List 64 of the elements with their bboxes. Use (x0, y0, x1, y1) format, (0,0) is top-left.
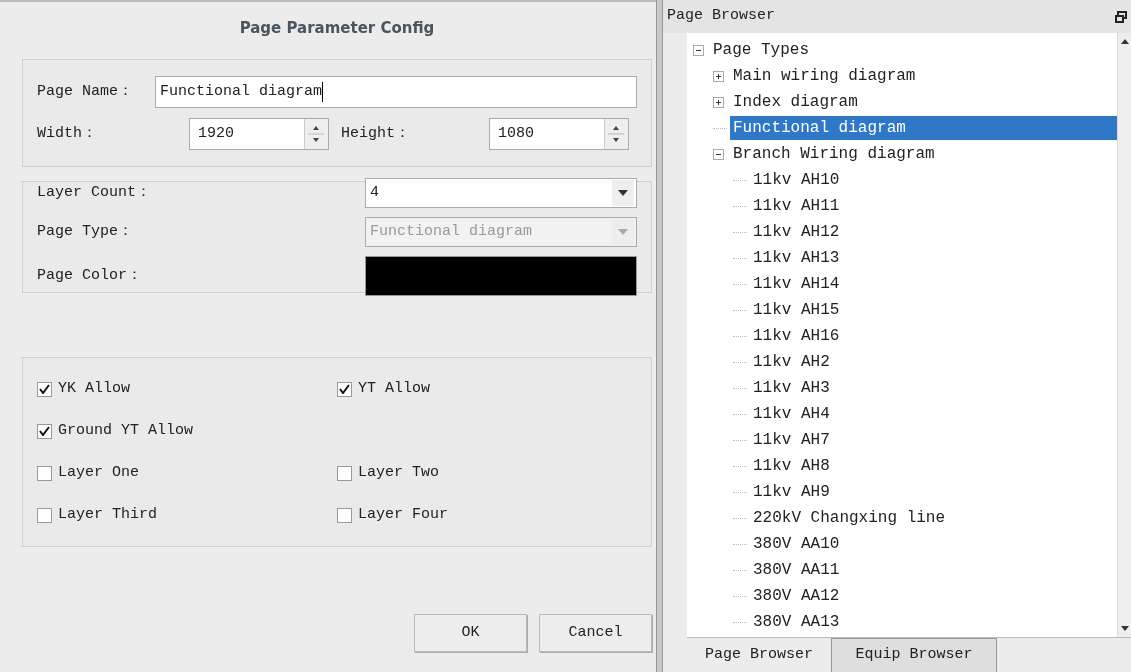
tree-item[interactable]: 11kv AH11 (750, 194, 843, 218)
dropdown: Functional diagram (365, 217, 637, 247)
checkbox-label: Layer Third (58, 504, 158, 525)
scrollbar[interactable] (1117, 33, 1131, 637)
scroll-up-icon[interactable] (1120, 39, 1129, 44)
tree-item[interactable]: 220kV Changxing line (750, 506, 949, 530)
panel-tab[interactable]: Equip Browser (832, 638, 997, 672)
tree-item[interactable]: 11kv AH3 (750, 376, 833, 400)
color-swatch[interactable] (365, 256, 637, 296)
tree-item[interactable]: 380V AA10 (750, 532, 843, 556)
checkbox[interactable] (337, 381, 352, 397)
field-label: Width： (37, 123, 98, 144)
tree-item[interactable]: 380V AA12 (750, 584, 843, 608)
checkbox[interactable] (337, 507, 352, 523)
spin-box[interactable]: 1920 (189, 118, 329, 150)
tree-item[interactable]: 11kv AH9 (750, 480, 833, 504)
spin-arrows-icon[interactable] (604, 119, 628, 149)
tree-item[interactable]: 11kv AH2 (750, 350, 833, 374)
checkbox[interactable] (337, 465, 352, 481)
checkbox[interactable] (37, 465, 52, 481)
field-label: Page Type： (37, 221, 134, 242)
expand-toggle-icon[interactable] (693, 44, 704, 56)
page-name-field[interactable]: Functional diagram (155, 76, 637, 108)
spin-arrows-icon[interactable] (304, 119, 328, 149)
tree-item[interactable]: 11kv AH8 (750, 454, 833, 478)
tree-item[interactable]: Index diagram (730, 90, 861, 114)
tree-item[interactable]: Branch Wiring diagram (730, 142, 938, 166)
checkbox[interactable] (37, 507, 52, 523)
field-label: Page Name： (37, 81, 134, 102)
checkbox-label: YK Allow (58, 378, 130, 399)
panel-title: Page Browser (667, 6, 776, 27)
expand-toggle-icon[interactable] (713, 148, 724, 160)
tree-item[interactable]: Page Types (710, 38, 812, 62)
tree-item[interactable]: 380V AA11 (750, 558, 843, 582)
tree-item[interactable]: Functional diagram (730, 116, 1117, 140)
tree-item[interactable]: 11kv AH15 (750, 298, 843, 322)
tree-item[interactable]: 11kv AH13 (750, 246, 843, 270)
tree-item[interactable]: 11kv AH4 (750, 402, 833, 426)
dialog-button[interactable]: Cancel (539, 614, 652, 652)
expand-toggle-icon[interactable] (713, 96, 724, 108)
tree-item[interactable]: 11kv AH7 (750, 428, 833, 452)
checkbox-label: Layer Four (358, 504, 448, 525)
tree-item[interactable]: 11kv AH14 (750, 272, 843, 296)
tree-item[interactable]: 11kv AH10 (750, 168, 843, 192)
checkbox[interactable] (37, 423, 52, 439)
dropdown[interactable]: 4 (365, 178, 637, 208)
checkbox-label: Layer One (58, 462, 139, 483)
tree-item[interactable]: 11kv AH16 (750, 324, 843, 348)
scroll-down-icon[interactable] (1120, 626, 1129, 631)
tree-item[interactable]: Main wiring diagram (730, 64, 919, 88)
tree-item[interactable]: 11kv AH12 (750, 220, 843, 244)
float-icon[interactable] (1115, 10, 1127, 23)
spin-box[interactable]: 1080 (489, 118, 629, 150)
checkbox[interactable] (37, 381, 52, 397)
checkbox-label: Ground YT Allow (58, 420, 194, 441)
field-label: Layer Count： (37, 182, 153, 203)
field-label: Height： (340, 123, 411, 144)
dialog-button[interactable]: OK (414, 614, 527, 652)
field-label: Page Color： (37, 265, 143, 286)
checkbox-label: YT Allow (358, 378, 430, 399)
expand-toggle-icon[interactable] (713, 70, 724, 82)
dialog-title: Page Parameter Config (239, 17, 435, 39)
tree-item[interactable]: 380V AA13 (750, 610, 843, 634)
checkbox-label: Layer Two (358, 462, 439, 483)
